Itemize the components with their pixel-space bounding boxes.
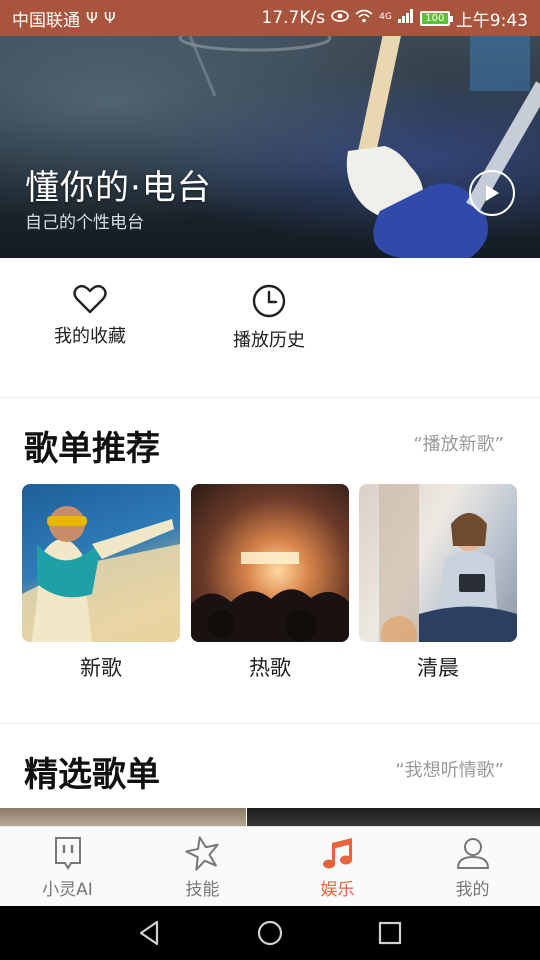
playlist-cover-morning (359, 484, 517, 642)
tab-label-me: 我的 (455, 880, 490, 900)
home-button[interactable] (255, 918, 285, 948)
history-button[interactable]: 播放历史 (199, 284, 339, 352)
tab-assistant[interactable]: 小灵AI (0, 835, 135, 900)
playlist-card-hot[interactable]: 热歌 (191, 484, 349, 682)
playlist-cover-new (22, 484, 180, 642)
playlist-cover-hot (191, 484, 349, 642)
tab-skills[interactable]: 技能 (135, 835, 270, 900)
assistant-icon (54, 837, 81, 870)
tab-label-skills: 技能 (185, 880, 220, 900)
playlist-label-hot: 热歌 (249, 656, 291, 680)
status-left: 中国联通 Ψ Ψ (12, 6, 116, 31)
tab-label-assistant: 小灵AI (42, 880, 93, 900)
status-right: 17.7K/s 4G 100 上午9:43 (262, 6, 528, 31)
network-speed: 17.7K/s (261, 8, 326, 28)
play-button[interactable] (469, 170, 515, 216)
usb-icon-2: Ψ (103, 9, 116, 27)
back-button[interactable] (135, 918, 165, 948)
recents-icon (378, 921, 402, 945)
featured-cover-1[interactable] (0, 808, 246, 826)
play-new-songs-link[interactable]: “播放新歌” (413, 430, 504, 456)
playlist-card-morning[interactable]: 清晨 (359, 484, 517, 682)
recents-button[interactable] (375, 918, 405, 948)
favorites-button[interactable]: 我的收藏 (20, 284, 160, 348)
history-label: 播放历史 (233, 330, 305, 351)
person-icon (456, 838, 489, 869)
eye-icon (331, 8, 349, 28)
divider (0, 397, 540, 398)
quick-actions: 我的收藏 播放历史 (0, 258, 540, 398)
battery-icon: 100 (419, 10, 453, 26)
clock-icon (252, 284, 286, 318)
star-icon (184, 836, 219, 871)
divider-2 (0, 723, 540, 724)
music-note-icon (322, 838, 352, 869)
signal-icon (397, 8, 414, 28)
tab-entertainment[interactable]: 娱乐 (270, 835, 405, 900)
playlist-label-morning: 清晨 (417, 656, 459, 680)
playlist-card-new[interactable]: 新歌 (22, 484, 180, 682)
home-icon (257, 920, 283, 946)
tab-label-entertainment: 娱乐 (320, 880, 355, 900)
section-title-recommend: 歌单推荐 (24, 429, 160, 469)
network-type: 4G (379, 11, 392, 22)
tab-me[interactable]: 我的 (405, 835, 540, 900)
play-icon (486, 185, 499, 201)
back-icon (139, 920, 159, 946)
featured-cover-2[interactable] (247, 808, 540, 826)
radio-title: 懂你的·电台 (25, 168, 212, 208)
favorites-label: 我的收藏 (54, 326, 126, 347)
love-songs-link[interactable]: “我想听情歌” (395, 756, 504, 782)
radio-banner[interactable]: 懂你的·电台 自己的个性电台 (0, 36, 540, 258)
clock-time: 上午9:43 (455, 10, 528, 31)
playlist-label-new: 新歌 (80, 656, 122, 680)
carrier-label: 中国联通 (12, 10, 80, 31)
radio-subtitle: 自己的个性电台 (25, 213, 144, 233)
usb-icon: Ψ (86, 9, 98, 27)
status-bar: 中国联通 Ψ Ψ 17.7K/s 4G 100 上午9:43 (0, 0, 540, 36)
system-navigation-bar (0, 906, 540, 960)
heart-icon (73, 284, 107, 314)
bottom-navigation: 小灵AI 技能 娱乐 我的 (0, 826, 540, 906)
section-title-featured: 精选歌单 (24, 755, 160, 795)
wifi-icon (355, 8, 373, 28)
